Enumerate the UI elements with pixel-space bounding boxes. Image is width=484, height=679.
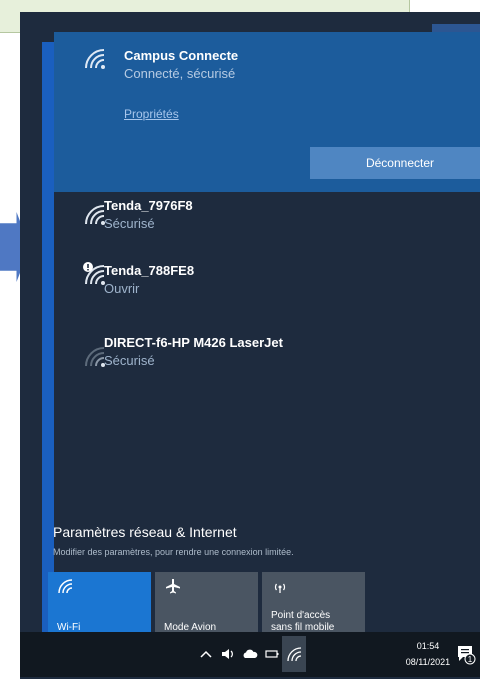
network-name: Tenda_788FE8: [104, 263, 195, 278]
chevron-up-icon[interactable]: [198, 646, 214, 662]
airplane-mode-tile[interactable]: Mode Avion: [155, 572, 258, 640]
top-stripe: [432, 24, 480, 32]
connected-network-panel[interactable]: Campus Connecte Connecté, sécurisé Propr…: [54, 32, 480, 192]
airplane-icon: [166, 579, 180, 594]
network-status: Ouvrir: [104, 281, 140, 296]
onedrive-cloud-icon[interactable]: [242, 646, 258, 662]
network-status: Sécurisé: [104, 216, 155, 231]
wifi-toggle-tile[interactable]: Wi-Fi: [48, 572, 151, 640]
volume-icon[interactable]: [220, 646, 236, 662]
wifi-icon: [58, 579, 73, 594]
clock-date: 08/11/2021: [405, 657, 451, 667]
taskbar-clock[interactable]: 01:54 08/11/2021: [391, 638, 465, 674]
network-status: Sécurisé: [104, 353, 155, 368]
network-tray-icon[interactable]: [286, 646, 302, 662]
wifi-icon: [85, 49, 105, 69]
hotspot-label-line1: Point d'accès: [271, 610, 331, 621]
network-name: DIRECT-f6-HP M426 LaserJet: [104, 335, 283, 350]
network-settings-subtitle: Modifier des paramètres, pour rendre une…: [53, 547, 294, 557]
connected-network-status: Connecté, sécurisé: [124, 66, 236, 81]
network-flyout: Campus Connecte Connecté, sécurisé Propr…: [20, 12, 480, 679]
hotspot-icon: [274, 583, 286, 593]
notification-count: 1: [468, 655, 473, 664]
disconnect-button[interactable]: Déconnecter: [310, 147, 480, 179]
mobile-hotspot-tile[interactable]: Point d'accès sans fil mobile: [262, 572, 365, 640]
network-name: Tenda_7976F8: [104, 198, 193, 213]
battery-icon[interactable]: [264, 646, 280, 662]
hotspot-tile-label: Point d'accès sans fil mobile: [271, 610, 334, 634]
clock-time: 01:54: [416, 641, 440, 651]
notification-icon[interactable]: 1: [456, 643, 476, 665]
connected-network-name: Campus Connecte: [124, 48, 239, 63]
properties-link[interactable]: Propriétés: [124, 107, 179, 121]
network-settings-link[interactable]: Paramètres réseau & Internet: [53, 524, 237, 540]
